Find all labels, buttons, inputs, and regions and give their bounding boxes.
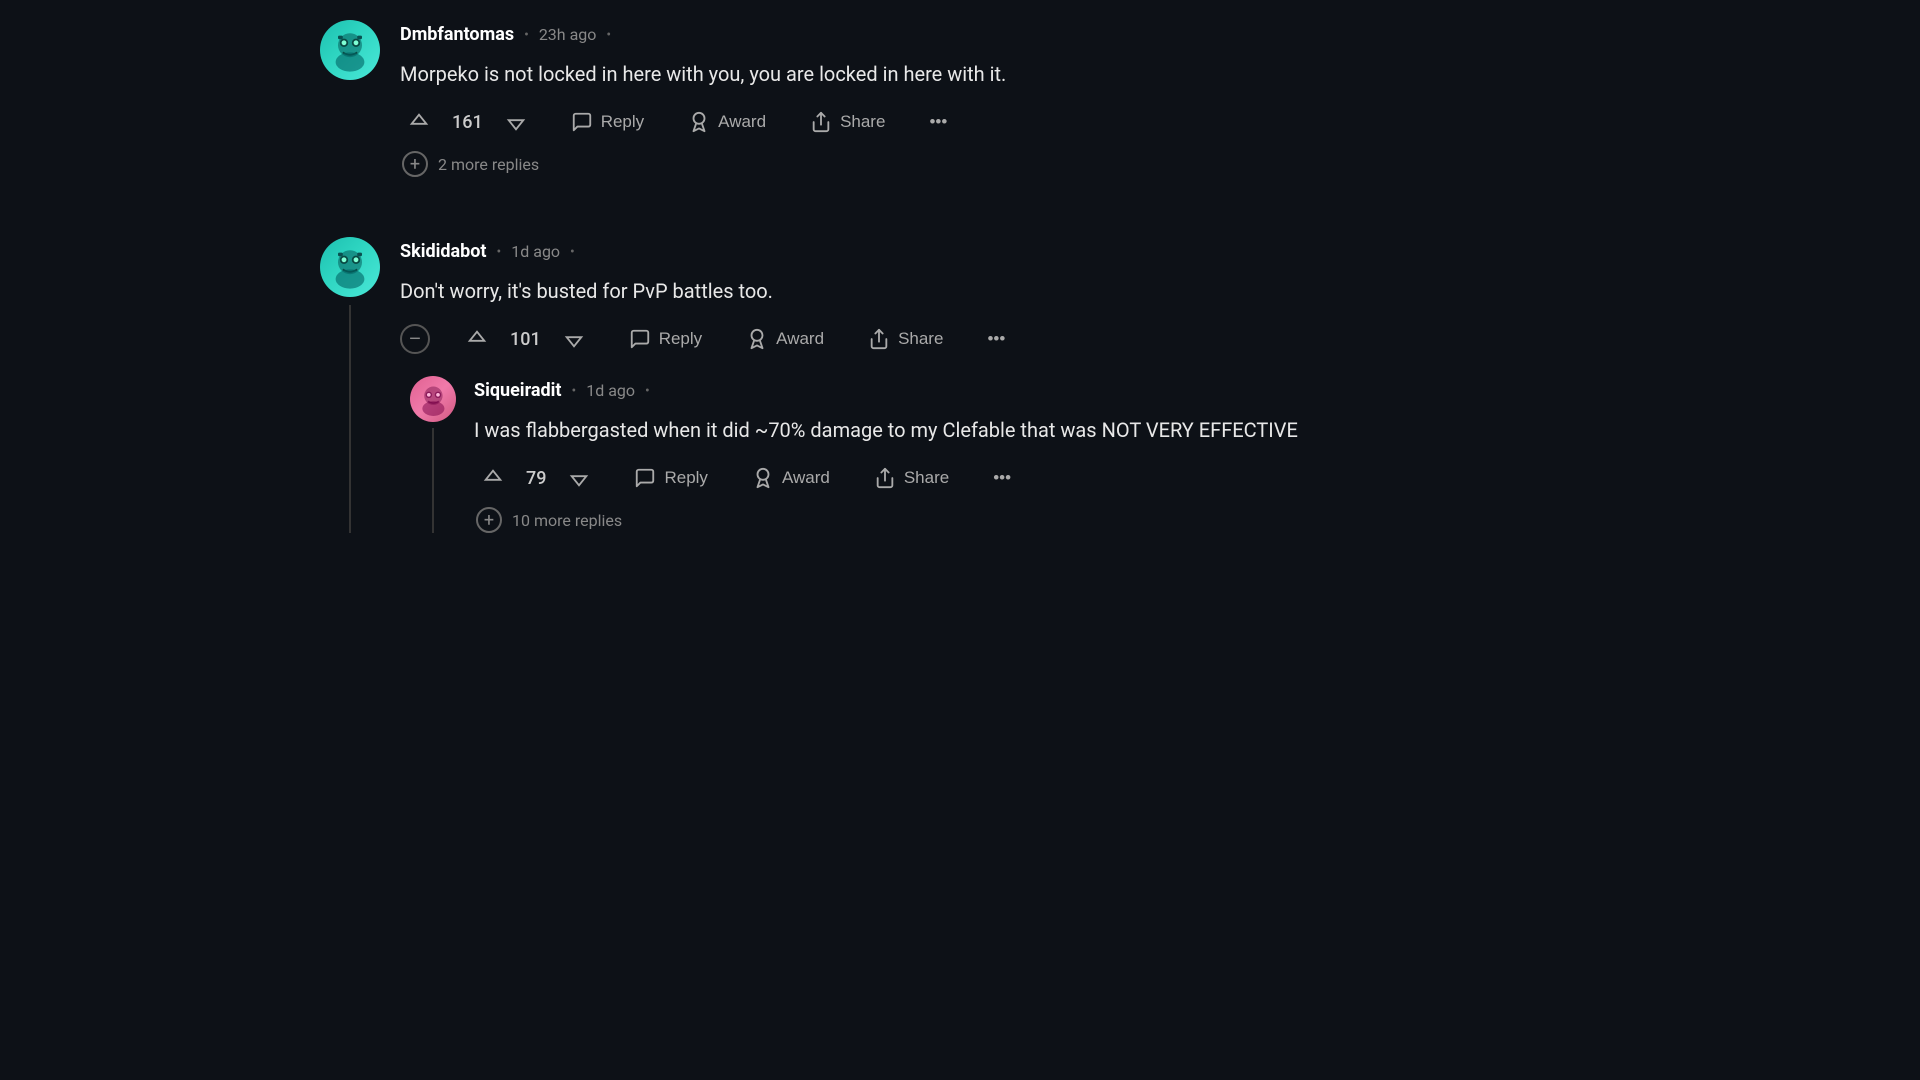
upvote-icon xyxy=(408,111,430,133)
nested-vote-group: 79 xyxy=(474,463,598,493)
award-icon xyxy=(746,328,768,350)
nested-username: Siqueiradit xyxy=(474,380,561,401)
award-icon xyxy=(688,111,710,133)
action-bar-2: − 101 xyxy=(400,324,1600,354)
nested-timestamp: 1d ago xyxy=(586,381,635,400)
expand-nested-replies-icon: + xyxy=(476,507,502,533)
more-button[interactable]: ••• xyxy=(921,108,955,136)
award-button-2[interactable]: Award xyxy=(738,324,832,354)
more-button-2[interactable]: ••• xyxy=(979,325,1013,353)
nested-downvote-button[interactable] xyxy=(560,463,598,493)
nested-more-replies[interactable]: + 10 more replies xyxy=(476,507,1600,533)
reply-icon xyxy=(634,467,656,489)
share-icon xyxy=(810,111,832,133)
expand-replies-icon: + xyxy=(402,151,428,177)
nested-comment-content: Siqueiradit • 1d ago • I was flabbergast… xyxy=(474,376,1600,533)
nested-share-button[interactable]: Share xyxy=(866,463,957,493)
comment-2-content: Skididabot • 1d ago • Don't worry, it's … xyxy=(400,237,1600,533)
comment-header: Skididabot • 1d ago • xyxy=(400,241,1600,262)
upvote-icon xyxy=(482,467,504,489)
share-button[interactable]: Share xyxy=(802,107,893,137)
comments-container: Dmbfantomas • 23h ago • Morpeko is not l… xyxy=(260,0,1660,583)
comment-1: Dmbfantomas • 23h ago • Morpeko is not l… xyxy=(320,20,1600,177)
upvote-count: 161 xyxy=(452,112,483,133)
upvote-count: 101 xyxy=(510,329,541,350)
comment-text: Morpeko is not locked in here with you, … xyxy=(400,59,1600,89)
award-label: Award xyxy=(782,468,830,488)
share-icon xyxy=(874,467,896,489)
reply-label: Reply xyxy=(659,329,702,349)
comment-2: Skididabot • 1d ago • Don't worry, it's … xyxy=(320,237,1600,533)
timestamp: 1d ago xyxy=(511,242,560,261)
avatar-icon xyxy=(326,26,374,74)
downvote-icon xyxy=(568,467,590,489)
nested-comment-1: Siqueiradit • 1d ago • I was flabbergast… xyxy=(410,376,1600,533)
nested-upvote-button[interactable] xyxy=(474,463,512,493)
award-button[interactable]: Award xyxy=(680,107,774,137)
reply-icon xyxy=(629,328,651,350)
nested-thread-line xyxy=(432,428,434,533)
vote-group: 161 xyxy=(400,107,535,137)
share-icon xyxy=(868,328,890,350)
share-label: Share xyxy=(898,329,943,349)
nested-comment-text: I was flabbergasted when it did ~70% dam… xyxy=(474,415,1600,445)
nested-reply-button[interactable]: Reply xyxy=(626,463,715,493)
action-bar: 161 Reply xyxy=(400,107,1600,137)
more-dots: ••• xyxy=(987,329,1005,349)
award-label: Award xyxy=(718,112,766,132)
vote-group-2: 101 xyxy=(458,324,593,354)
collapse-button[interactable]: − xyxy=(400,324,430,354)
upvote-button[interactable] xyxy=(400,107,438,137)
avatar-icon-nested xyxy=(415,381,452,418)
upvote-icon xyxy=(466,328,488,350)
nested-comment-header: Siqueiradit • 1d ago • xyxy=(474,380,1600,401)
nested-more-button[interactable]: ••• xyxy=(985,464,1019,492)
comment-header: Dmbfantomas • 23h ago • xyxy=(400,24,1600,45)
avatar xyxy=(320,237,380,297)
reply-label: Reply xyxy=(664,468,707,488)
nested-left xyxy=(410,376,456,533)
downvote-button[interactable] xyxy=(497,107,535,137)
avatar-nested xyxy=(410,376,456,422)
downvote-button[interactable] xyxy=(555,324,593,354)
downvote-icon xyxy=(505,111,527,133)
comment-left-col xyxy=(320,237,380,533)
nested-more-replies-text: 10 more replies xyxy=(512,511,622,530)
reply-button-2[interactable]: Reply xyxy=(621,324,710,354)
reply-icon xyxy=(571,111,593,133)
avatar-icon xyxy=(326,243,374,291)
comment-1-content: Dmbfantomas • 23h ago • Morpeko is not l… xyxy=(400,20,1600,177)
username: Dmbfantomas xyxy=(400,24,514,45)
comment-text: Don't worry, it's busted for PvP battles… xyxy=(400,276,1600,306)
nested-upvote-count: 79 xyxy=(526,468,546,489)
timestamp: 23h ago xyxy=(539,25,597,44)
avatar xyxy=(320,20,380,80)
reply-label: Reply xyxy=(601,112,644,132)
share-label: Share xyxy=(904,468,949,488)
collapse-icon: − xyxy=(409,328,421,351)
more-dots: ••• xyxy=(929,112,947,132)
share-label: Share xyxy=(840,112,885,132)
more-replies[interactable]: + 2 more replies xyxy=(402,151,1600,177)
award-label: Award xyxy=(776,329,824,349)
upvote-button[interactable] xyxy=(458,324,496,354)
downvote-icon xyxy=(563,328,585,350)
nested-award-button[interactable]: Award xyxy=(744,463,838,493)
nested-action-bar: 79 Reply xyxy=(474,463,1600,493)
more-replies-text: 2 more replies xyxy=(438,155,539,174)
comment-left-col xyxy=(320,20,380,177)
username: Skididabot xyxy=(400,241,487,262)
more-dots: ••• xyxy=(993,468,1011,488)
divider xyxy=(320,207,1600,237)
thread-line xyxy=(349,305,351,533)
reply-button[interactable]: Reply xyxy=(563,107,652,137)
share-button-2[interactable]: Share xyxy=(860,324,951,354)
award-icon xyxy=(752,467,774,489)
